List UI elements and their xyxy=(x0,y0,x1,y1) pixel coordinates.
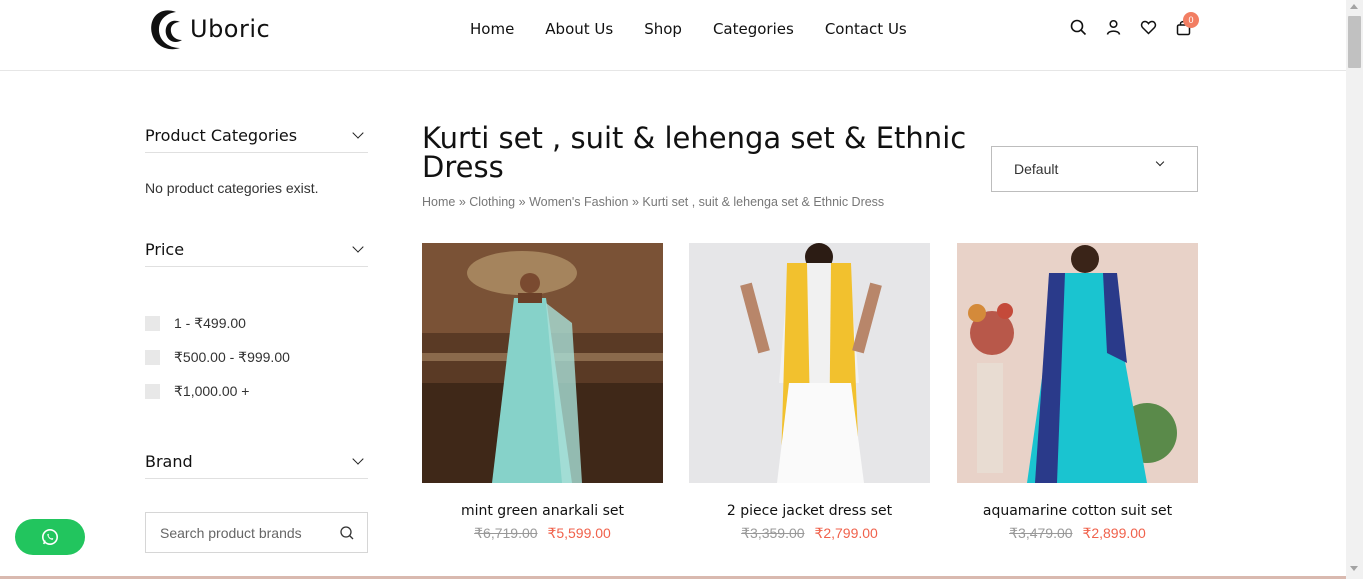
product-price: ₹5,599.00 xyxy=(547,525,611,541)
breadcrumb-womens-fashion[interactable]: Women's Fashion xyxy=(529,195,628,209)
breadcrumb-home[interactable]: Home xyxy=(422,195,455,209)
whatsapp-icon xyxy=(42,529,58,545)
scroll-thumb[interactable] xyxy=(1348,16,1361,68)
product-card[interactable]: 2 piece jacket dress set ₹3,359.00 ₹2,79… xyxy=(689,243,930,542)
sort-value: Default xyxy=(1014,161,1059,177)
chevron-down-icon xyxy=(352,452,364,465)
brand-search-input[interactable] xyxy=(160,524,330,541)
chevron-down-icon xyxy=(1155,157,1165,167)
brand-search-box xyxy=(145,512,368,553)
page-title: Kurti set , suit & lehenga set & Ethnic … xyxy=(422,121,967,184)
logo-swirl-icon xyxy=(151,10,182,50)
price-filter-title: Price xyxy=(145,239,185,259)
breadcrumb-clothing[interactable]: Clothing xyxy=(469,195,515,209)
header-icons xyxy=(1070,19,1192,36)
scroll-up-arrow[interactable] xyxy=(1350,4,1358,9)
user-icon[interactable] xyxy=(1105,19,1122,36)
logo-text: Uboric xyxy=(190,15,271,43)
price-option-label: 1 - ₹499.00 xyxy=(174,314,246,331)
scroll-down-arrow[interactable] xyxy=(1350,566,1358,571)
breadcrumb-separator: » xyxy=(518,195,530,209)
product-image[interactable] xyxy=(689,243,930,483)
price-option-3[interactable]: ₹1,000.00 + xyxy=(145,374,368,408)
chevron-down-icon xyxy=(352,126,364,139)
breadcrumb-separator: » xyxy=(458,195,470,209)
product-price: ₹2,899.00 xyxy=(1082,525,1146,541)
product-image[interactable] xyxy=(957,243,1198,483)
nav-about-us[interactable]: About Us xyxy=(545,20,613,38)
nav-shop[interactable]: Shop xyxy=(644,20,682,38)
product-card[interactable]: mint green anarkali set ₹6,719.00 ₹5,599… xyxy=(422,243,663,542)
price-checkbox[interactable] xyxy=(145,383,160,399)
brand-filter-title: Brand xyxy=(145,451,193,471)
price-option-label: ₹1,000.00 + xyxy=(174,382,250,399)
product-old-price: ₹3,479.00 xyxy=(1009,525,1073,541)
breadcrumb-separator: » xyxy=(631,195,643,209)
product-categories-toggle[interactable]: Product Categories xyxy=(145,118,368,153)
product-old-price: ₹3,359.00 xyxy=(741,525,805,541)
chevron-down-icon xyxy=(352,240,364,253)
product-name[interactable]: mint green anarkali set xyxy=(422,503,663,519)
whatsapp-button[interactable] xyxy=(15,519,85,555)
brand-filter-toggle[interactable]: Brand xyxy=(145,444,368,479)
price-checkbox[interactable] xyxy=(145,315,160,331)
price-filter-list: 1 - ₹499.00 ₹500.00 - ₹999.00 ₹1,000.00 … xyxy=(145,306,368,408)
cart-count-badge: 0 xyxy=(1183,12,1199,28)
breadcrumb: Home » Clothing » Women's Fashion » Kurt… xyxy=(422,195,884,209)
site-header: Uboric Home About Us Shop Categories Con… xyxy=(0,0,1346,71)
product-old-price: ₹6,719.00 xyxy=(474,525,538,541)
nav-categories[interactable]: Categories xyxy=(713,20,794,38)
sort-select[interactable]: Default xyxy=(991,146,1198,192)
product-categories-title: Product Categories xyxy=(145,125,298,145)
search-icon[interactable] xyxy=(1070,19,1087,36)
breadcrumb-current: Kurti set , suit & lehenga set & Ethnic … xyxy=(642,195,885,209)
product-card[interactable]: aquamarine cotton suit set ₹3,479.00 ₹2,… xyxy=(957,243,1198,542)
shop-sidebar: Product Categories No product categories… xyxy=(145,118,368,553)
main-nav: Home About Us Shop Categories Contact Us xyxy=(470,20,938,38)
product-prices: ₹3,479.00 ₹2,899.00 xyxy=(957,525,1198,542)
no-categories-message: No product categories exist. xyxy=(145,180,319,196)
product-image[interactable] xyxy=(422,243,663,483)
price-option-1[interactable]: 1 - ₹499.00 xyxy=(145,306,368,340)
heart-icon[interactable] xyxy=(1140,19,1157,36)
product-name[interactable]: 2 piece jacket dress set xyxy=(689,503,930,519)
product-price: ₹2,799.00 xyxy=(814,525,878,541)
price-option-label: ₹500.00 - ₹999.00 xyxy=(174,348,290,365)
price-checkbox[interactable] xyxy=(145,349,160,365)
scrollbar[interactable] xyxy=(1346,0,1363,579)
product-prices: ₹3,359.00 ₹2,799.00 xyxy=(689,525,930,542)
logo[interactable]: Uboric xyxy=(146,4,270,54)
search-icon[interactable] xyxy=(339,525,355,541)
product-name[interactable]: aquamarine cotton suit set xyxy=(957,503,1198,519)
product-prices: ₹6,719.00 ₹5,599.00 xyxy=(422,525,663,542)
price-option-2[interactable]: ₹500.00 - ₹999.00 xyxy=(145,340,368,374)
nav-contact-us[interactable]: Contact Us xyxy=(825,20,907,38)
price-filter-toggle[interactable]: Price xyxy=(145,232,368,267)
nav-home[interactable]: Home xyxy=(470,20,514,38)
